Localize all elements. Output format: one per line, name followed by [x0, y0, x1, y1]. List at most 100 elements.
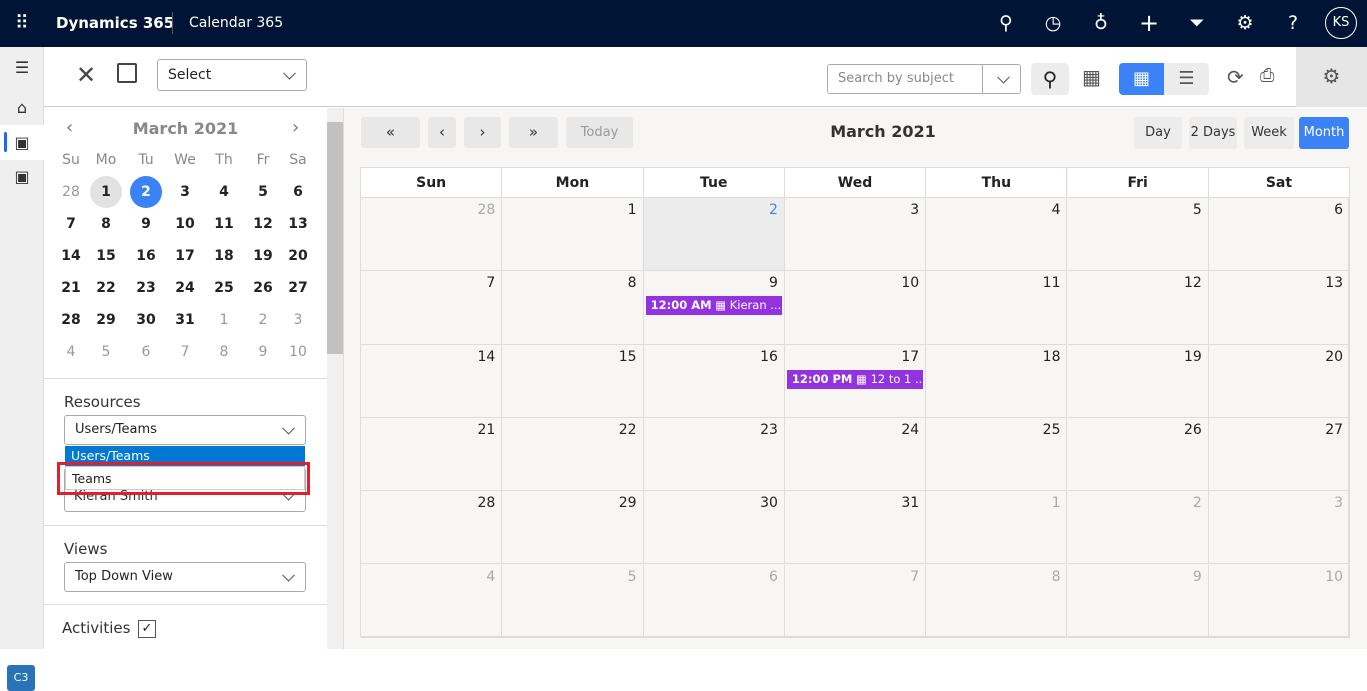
mini-day[interactable]: 11 — [206, 208, 242, 240]
day-cell[interactable]: 5 — [502, 564, 644, 638]
select-dropdown[interactable]: Select — [157, 59, 307, 91]
mini-day[interactable]: 13 — [280, 208, 316, 240]
day-cell[interactable]: 2 — [1067, 491, 1209, 565]
views-select[interactable]: Top Down View — [64, 562, 306, 592]
day-cell[interactable]: 3 — [784, 198, 927, 272]
resource-type-select[interactable]: Users/Teams — [64, 415, 306, 445]
mini-day[interactable]: 29 — [88, 304, 124, 336]
day-cell[interactable]: 10 — [784, 271, 927, 345]
mini-day[interactable]: 9 — [128, 208, 164, 240]
mini-day[interactable]: 6 — [280, 176, 316, 208]
mini-day[interactable]: 31 — [167, 304, 203, 336]
assistant-icon[interactable]: ◷ — [1040, 10, 1066, 36]
mini-day[interactable]: 4 — [206, 176, 242, 208]
day-cell[interactable]: 21 — [361, 417, 503, 492]
day-cell[interactable]: 30 — [643, 491, 785, 565]
day-cell[interactable]: 29 — [502, 491, 644, 565]
day-cell[interactable]: 26 — [1067, 417, 1209, 492]
day-cell[interactable]: 22 — [502, 417, 644, 492]
calendar-icon[interactable]: ▣ — [0, 162, 44, 192]
mini-day[interactable]: 9 — [245, 336, 281, 368]
day-cell[interactable]: 15 — [502, 344, 644, 418]
view-week-button[interactable]: Week — [1244, 117, 1294, 149]
day-cell[interactable]: 19 — [1067, 344, 1209, 418]
day-cell[interactable]: 4 — [361, 564, 503, 638]
filter-icon[interactable]: ⏷ — [1184, 10, 1210, 36]
help-icon[interactable]: ? — [1280, 10, 1306, 36]
mini-day[interactable]: 30 — [128, 304, 164, 336]
mini-day[interactable]: 5 — [88, 336, 124, 368]
day-cell[interactable]: 25 — [926, 417, 1068, 492]
mini-day[interactable]: 15 — [88, 240, 124, 272]
day-cell[interactable]: 28 — [361, 198, 503, 272]
mini-day[interactable]: 3 — [167, 176, 203, 208]
day-cell[interactable]: 8 — [926, 564, 1068, 638]
mini-day[interactable]: 20 — [280, 240, 316, 272]
print-icon[interactable]: ⎙ — [1260, 65, 1274, 86]
day-cell[interactable]: 1 — [926, 491, 1068, 565]
mini-day[interactable]: 23 — [128, 272, 164, 304]
day-cell[interactable]: 8 — [502, 271, 644, 345]
next-button[interactable]: › — [464, 117, 501, 148]
view-month-button[interactable]: Month — [1299, 117, 1349, 149]
day-cell[interactable]: 2 — [643, 198, 785, 272]
day-cell[interactable]: 18 — [926, 344, 1068, 418]
day-cell[interactable]: 10 — [1208, 564, 1351, 638]
scrollbar-thumb[interactable] — [327, 122, 343, 354]
settings-button[interactable]: ⚙ — [1296, 47, 1367, 107]
day-cell[interactable]: 31 — [784, 491, 927, 565]
mini-day[interactable]: 5 — [245, 176, 281, 208]
mini-day[interactable]: 26 — [245, 272, 281, 304]
mini-day[interactable]: 25 — [206, 272, 242, 304]
mini-day[interactable]: 2 — [245, 304, 281, 336]
day-cell[interactable]: 6 — [643, 564, 785, 638]
mini-day[interactable]: 28 — [53, 176, 89, 208]
lightbulb-icon[interactable]: ♁ — [1088, 10, 1114, 36]
day-cell[interactable]: 13 — [1208, 271, 1351, 345]
mini-day[interactable]: 4 — [53, 336, 89, 368]
day-cell[interactable]: 20 — [1208, 344, 1351, 418]
day-cell[interactable]: 28 — [361, 491, 503, 565]
mini-day[interactable]: 10 — [167, 208, 203, 240]
mini-day[interactable]: 16 — [128, 240, 164, 272]
mini-day[interactable]: 7 — [53, 208, 89, 240]
mini-day[interactable]: 22 — [88, 272, 124, 304]
mini-day[interactable]: 7 — [167, 336, 203, 368]
day-cell[interactable]: 6 — [1208, 198, 1351, 272]
event[interactable]: 12:00 AM ▦ Kieran ... — [645, 296, 782, 316]
day-cell[interactable]: 7 — [784, 564, 927, 638]
mini-day[interactable]: 1 — [88, 176, 124, 208]
day-cell[interactable]: 9 12:00 AM ▦ Kieran ... — [643, 271, 785, 345]
prev-button[interactable]: ‹ — [428, 117, 456, 148]
today-button[interactable]: Today — [566, 117, 633, 148]
prev-year-button[interactable]: « — [361, 117, 420, 148]
day-cell[interactable]: 12 — [1067, 271, 1209, 345]
list-view-button[interactable]: ☰ — [1164, 63, 1209, 95]
mini-day[interactable]: 1 — [206, 304, 242, 336]
day-cell[interactable]: 14 — [361, 344, 503, 418]
avatar[interactable]: KS — [1325, 7, 1357, 39]
calendar-icon[interactable]: ▣ — [0, 128, 44, 158]
view-2days-button[interactable]: 2 Days — [1189, 117, 1237, 149]
mini-day[interactable]: 3 — [280, 304, 316, 336]
search-icon[interactable]: ⚲ — [993, 10, 1019, 36]
activities-checkbox[interactable]: ✓ — [138, 620, 156, 638]
grid-view-button[interactable]: ▦ — [1119, 63, 1164, 95]
day-cell[interactable]: 17 12:00 PM ▦ 12 to 1 ... — [784, 344, 927, 418]
mini-day[interactable]: 17 — [167, 240, 203, 272]
mini-day[interactable]: 2 — [128, 176, 164, 208]
view-day-button[interactable]: Day — [1134, 117, 1182, 149]
area-switcher-badge[interactable]: C3 — [7, 665, 35, 691]
mini-day[interactable]: 8 — [88, 208, 124, 240]
event[interactable]: 12:00 PM ▦ 12 to 1 ... — [786, 369, 923, 389]
next-month-button[interactable]: › — [292, 117, 299, 138]
day-cell[interactable]: 1 — [502, 198, 644, 272]
search-button[interactable]: ⚲ — [1031, 63, 1069, 95]
day-cell[interactable]: 3 — [1208, 491, 1351, 565]
mini-day[interactable]: 24 — [167, 272, 203, 304]
day-cell[interactable]: 24 — [784, 417, 927, 492]
day-cell[interactable]: 5 — [1067, 198, 1209, 272]
refresh-icon[interactable]: ⟳ — [1227, 65, 1244, 89]
day-cell[interactable]: 7 — [361, 271, 503, 345]
day-cell[interactable]: 9 — [1067, 564, 1209, 638]
